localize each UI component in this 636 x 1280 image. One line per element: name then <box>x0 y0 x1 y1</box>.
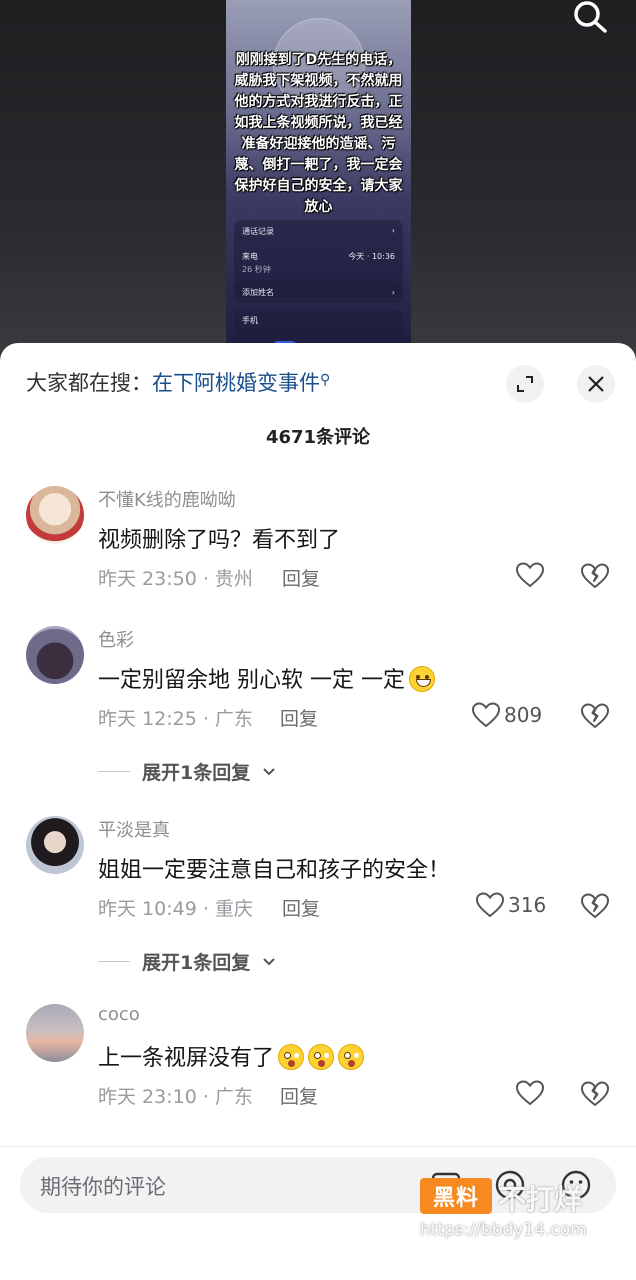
avatar[interactable] <box>26 816 84 874</box>
trending-search[interactable]: 大家都在搜：在下阿桃婚变事件⚲ <box>26 367 330 397</box>
reply-button[interactable]: 回复 <box>282 564 320 591</box>
call-history-label: 通话记录 <box>242 227 274 236</box>
comment-meta: 昨天 23:10 · 广东 <box>98 1086 253 1108</box>
add-name-label: 添加姓名 <box>242 287 274 297</box>
divider <box>98 961 130 962</box>
chevron-down-icon <box>263 767 275 775</box>
heart-icon <box>516 1080 544 1106</box>
comment-username[interactable]: 不懂K线的鹿呦呦 <box>98 486 236 512</box>
watermark-badge: 黑料 <box>420 1178 492 1214</box>
phone-label: 手机 <box>242 316 258 325</box>
heart-icon <box>476 892 504 918</box>
trending-search-topic[interactable]: 在下阿桃婚变事件 <box>152 371 320 395</box>
call-duration: 26 秒钟 <box>242 265 271 274</box>
like-button[interactable]: 316 <box>476 890 546 920</box>
comment-sheet: 大家都在搜：在下阿桃婚变事件⚲ 4671条评论 不懂K线的鹿呦呦 视频删除了吗？… <box>0 343 636 1280</box>
close-icon <box>588 376 604 392</box>
watermark-url: https://bbdy14.com <box>420 1220 587 1240</box>
comment-text: 视频删除了吗？看不到了 <box>98 528 341 553</box>
video-player[interactable]: 刚刚接到了D先生的电话，威胁我下架视频，不然就用他的方式对我进行反击，正如我上条… <box>226 0 411 360</box>
expand-replies-label: 展开1条回复 <box>142 762 251 784</box>
avatar[interactable] <box>26 626 84 684</box>
comment-text: 姐姐一定要注意自己和孩子的安全！ <box>98 858 451 883</box>
broken-heart-icon[interactable] <box>580 700 610 730</box>
broken-heart-icon[interactable] <box>580 1078 610 1108</box>
comment-meta: 昨天 23:50 · 贵州 <box>98 568 253 590</box>
avatar[interactable] <box>26 486 84 544</box>
comments-count-title: 4671条评论 <box>265 427 371 448</box>
reply-button[interactable]: 回复 <box>280 1082 318 1109</box>
comment-meta: 昨天 10:49 · 重庆 <box>98 898 253 920</box>
watermark: 黑料 不打烊 https://bbdy14.com <box>418 1178 618 1248</box>
watermark-name: 不打烊 <box>498 1183 583 1216</box>
close-button[interactable] <box>577 365 615 403</box>
shocked-emoji-icon <box>278 1044 305 1070</box>
shocked-emoji-icon <box>308 1044 335 1070</box>
expand-replies-button[interactable]: 展开1条回复 <box>98 758 276 785</box>
expand-replies-button[interactable]: 展开1条回复 <box>98 948 276 975</box>
comment-meta: 昨天 12:25 · 广东 <box>98 708 253 730</box>
shocked-emoji-icon <box>338 1044 365 1070</box>
search-icon[interactable] <box>570 0 610 34</box>
expand-button[interactable] <box>506 365 544 403</box>
reply-button[interactable]: 回复 <box>282 894 320 921</box>
call-time: 今天 · 10:36 <box>348 252 395 261</box>
reply-button[interactable]: 回复 <box>280 704 318 731</box>
video-caption: 刚刚接到了D先生的电话，威胁我下架视频，不然就用他的方式对我进行反击，正如我上条… <box>234 52 403 215</box>
heart-icon <box>516 562 544 588</box>
like-button[interactable] <box>516 1078 544 1108</box>
grin-emoji-icon <box>408 666 435 692</box>
input-divider <box>0 1146 636 1147</box>
comment-text: 一定别留余地 别心软 一定 一定 <box>98 662 435 694</box>
broken-heart-icon[interactable] <box>580 890 610 920</box>
like-button[interactable] <box>516 560 544 590</box>
avatar[interactable] <box>26 1004 84 1062</box>
comment-username[interactable]: 平淡是真 <box>98 816 170 842</box>
trending-search-prefix: 大家都在搜： <box>26 371 152 395</box>
divider <box>98 771 130 772</box>
heart-icon <box>472 702 500 728</box>
like-button[interactable]: 809 <box>472 700 542 730</box>
incoming-label: 来电 <box>242 252 258 261</box>
chevron-down-icon <box>263 957 275 965</box>
comment-text: 上一条视屏没有了 <box>98 1040 365 1072</box>
like-count: 316 <box>508 893 547 917</box>
add-name-card: 添加姓名 › <box>234 281 403 303</box>
expand-icon <box>517 376 533 392</box>
broken-heart-icon[interactable] <box>580 560 610 590</box>
expand-replies-label: 展开1条回复 <box>142 952 251 974</box>
comment-username[interactable]: 色彩 <box>98 626 134 652</box>
comment-username[interactable]: coco <box>98 1004 140 1025</box>
like-count: 809 <box>504 703 543 727</box>
comment-input-placeholder: 期待你的评论 <box>40 1175 166 1199</box>
search-small-icon: ⚲ <box>320 372 331 388</box>
